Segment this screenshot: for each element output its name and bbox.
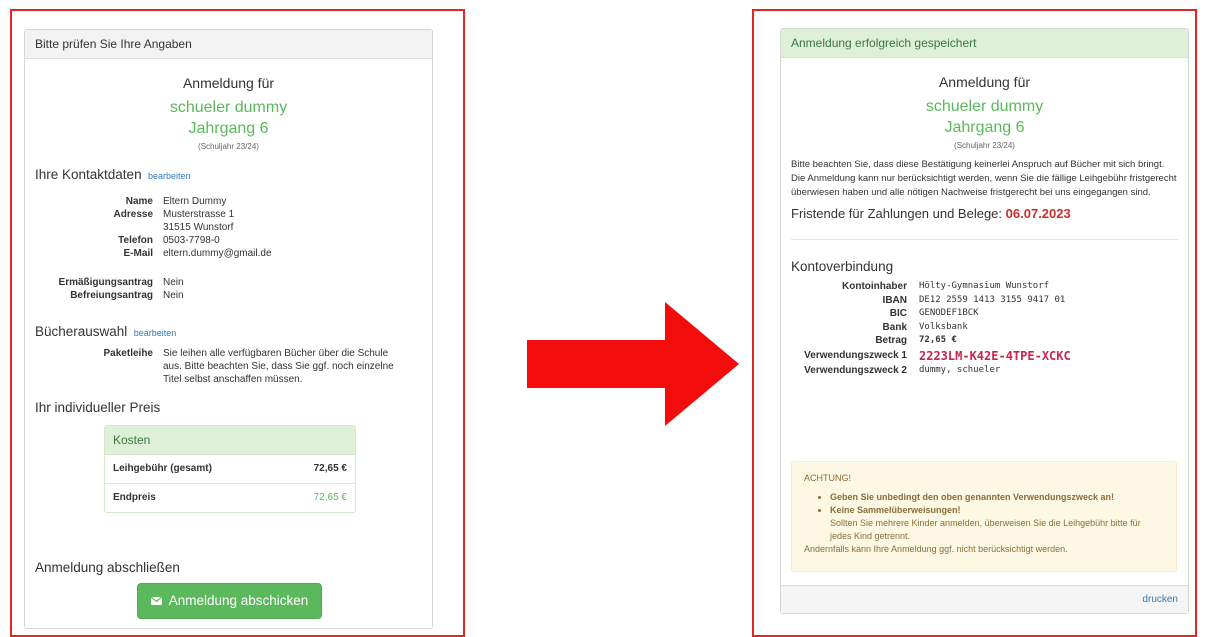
confirmation-notice: Bitte beachten Sie, dass diese Bestätigu…	[791, 159, 1177, 198]
warning-title: ACHTUNG!	[804, 473, 851, 483]
contact-email-row: E-Mail eltern.dummy@gmail.de	[35, 247, 422, 260]
contact-address-row-2: 31515 Wunstorf	[35, 221, 422, 234]
grade-label: Jahrgang 6	[188, 120, 269, 137]
student-name: schueler dummy	[925, 98, 1044, 115]
phone-label: Telefon	[118, 235, 153, 246]
registration-for-label: Anmeldung für	[182, 75, 275, 91]
books-section: Bücherauswahl bearbeiten Paketleihe Sie …	[25, 323, 432, 386]
purpose1-value: 2223LM-K42E-4TPE-XCKC	[919, 348, 1071, 363]
student-name: schueler dummy	[169, 99, 288, 116]
books-edit-link[interactable]: bearbeiten	[134, 328, 177, 338]
package-label: Paketleihe	[103, 348, 153, 359]
iban-value: DE12 2559 1413 3155 9417 01	[919, 294, 1066, 305]
warning-footer: Andernfalls kann Ihre Anmeldung ggf. nic…	[804, 544, 1068, 554]
bic-row: BIC GENODEF1BCK	[781, 307, 1188, 321]
confirmation-panel: Anmeldung erfolgreich gespeichert Anmeld…	[780, 28, 1189, 614]
fee-row: Leihgebühr (gesamt) 72,65 €	[105, 455, 355, 484]
contact-name-row: Name Eltern Dummy	[35, 195, 422, 208]
contact-section: Ihre Kontaktdaten bearbeiten Name Eltern …	[25, 166, 432, 302]
fee-label: Leihgebühr (gesamt)	[113, 463, 212, 474]
envelope-icon	[150, 597, 162, 605]
amount-value: 72,65 €	[919, 335, 957, 345]
warning-list: Geben Sie unbedingt den oben genannten V…	[804, 491, 1164, 543]
confirmation-panel-heading: Anmeldung erfolgreich gespeichert	[781, 29, 1188, 58]
name-label: Name	[125, 196, 153, 207]
fee-value: 72,65 €	[313, 463, 347, 474]
books-section-title: Bücherauswahl	[35, 324, 128, 339]
school-year-label: (Schuljahr 23/24)	[954, 141, 1015, 150]
warning-item-2-text: Sollten Sie mehrere Kinder anmelden, übe…	[830, 518, 1141, 541]
email-label: E-Mail	[123, 248, 153, 259]
package-text: Sie leihen alle verfügbaren Bücher über …	[163, 348, 394, 385]
review-panel-heading: Bitte prüfen Sie Ihre Angaben	[25, 30, 432, 59]
finish-section-title: Anmeldung abschließen	[35, 560, 180, 575]
bank-details: Kontoinhaber Hölty-Gymnasium Wunstorf IBA…	[781, 280, 1188, 377]
holder-value: Hölty-Gymnasium Wunstorf	[919, 281, 1050, 291]
reduction-label: Ermäßigungsantrag	[58, 277, 153, 288]
print-link[interactable]: drucken	[1142, 594, 1178, 605]
deadline-label: Fristende für Zahlungen und Belege:	[791, 206, 1003, 221]
package-row: Paketleihe Sie leihen alle verfügbaren B…	[35, 347, 422, 386]
purpose2-label: Verwendungszweck 2	[804, 364, 907, 376]
costs-table: Kosten Leihgebühr (gesamt) 72,65 € Endpr…	[104, 425, 356, 513]
address-line2: 31515 Wunstorf	[163, 222, 234, 233]
purpose2-value: dummy, schueler	[919, 364, 1001, 375]
divider	[791, 239, 1178, 240]
iban-row: IBAN DE12 2559 1413 3155 9417 01	[781, 294, 1188, 308]
submit-registration-button[interactable]: Anmeldung abschicken	[137, 583, 322, 619]
bank-label: Bank	[882, 321, 907, 333]
confirmation-panel-footer: drucken	[781, 585, 1188, 613]
total-value: 72,65 €	[313, 492, 347, 503]
total-label: Endpreis	[113, 492, 156, 503]
phone-value: 0503-7798-0	[163, 235, 220, 246]
purpose1-label: Verwendungszweck 1	[804, 349, 907, 361]
bank-row: Bank Volksbank	[781, 321, 1188, 335]
name-value: Eltern Dummy	[163, 196, 227, 207]
arrow-right-icon	[527, 302, 739, 426]
warning-box: ACHTUNG! Geben Sie unbedingt den oben ge…	[791, 461, 1177, 572]
price-section-title: Ihr individueller Preis	[35, 400, 161, 415]
purpose2-row: Verwendungszweck 2 dummy, schueler	[781, 364, 1188, 378]
iban-label: IBAN	[882, 294, 907, 306]
exemption-row: Befreiungsantrag Nein	[35, 289, 422, 302]
bic-label: BIC	[889, 308, 907, 319]
purpose1-row: Verwendungszweck 1 2223LM-K42E-4TPE-XCKC	[781, 348, 1188, 364]
warning-item-2: Keine Sammelüberweisungen! Sollten Sie m…	[830, 504, 1164, 543]
exemption-label: Befreiungsantrag	[70, 290, 153, 301]
address-line1: Musterstrasse 1	[163, 209, 235, 220]
deadline-date: 06.07.2023	[1005, 206, 1071, 221]
bic-value: GENODEF1BCK	[919, 308, 979, 318]
reduction-value: Nein	[163, 277, 184, 288]
bank-value: Volksbank	[919, 321, 968, 332]
exemption-value: Nein	[163, 290, 184, 301]
contact-phone-row: Telefon 0503-7798-0	[35, 234, 422, 247]
review-panel: Bitte prüfen Sie Ihre Angaben Anmeldung …	[24, 29, 433, 629]
grade-label: Jahrgang 6	[944, 119, 1025, 136]
amount-row: Betrag 72,65 €	[781, 334, 1188, 348]
registration-for-label: Anmeldung für	[938, 74, 1031, 90]
reduction-row: Ermäßigungsantrag Nein	[35, 276, 422, 289]
bank-section-title: Kontoverbindung	[791, 259, 894, 274]
contact-section-title: Ihre Kontaktdaten	[35, 167, 142, 182]
total-row: Endpreis 72,65 €	[105, 484, 355, 512]
school-year-label: (Schuljahr 23/24)	[198, 142, 259, 151]
holder-row: Kontoinhaber Hölty-Gymnasium Wunstorf	[781, 280, 1188, 294]
submit-button-label: Anmeldung abschicken	[168, 593, 309, 608]
costs-header: Kosten	[105, 426, 355, 455]
warning-item-1: Geben Sie unbedingt den oben genannten V…	[830, 491, 1164, 504]
contact-address-row: Adresse Musterstrasse 1	[35, 208, 422, 221]
amount-label: Betrag	[875, 335, 907, 346]
warning-item-2-title: Keine Sammelüberweisungen!	[830, 505, 961, 515]
email-value: eltern.dummy@gmail.de	[163, 248, 272, 259]
address-label: Adresse	[113, 209, 153, 220]
holder-label: Kontoinhaber	[842, 281, 907, 292]
contact-edit-link[interactable]: bearbeiten	[148, 171, 191, 181]
deadline-line: Fristende für Zahlungen und Belege: 06.0…	[781, 206, 1188, 221]
